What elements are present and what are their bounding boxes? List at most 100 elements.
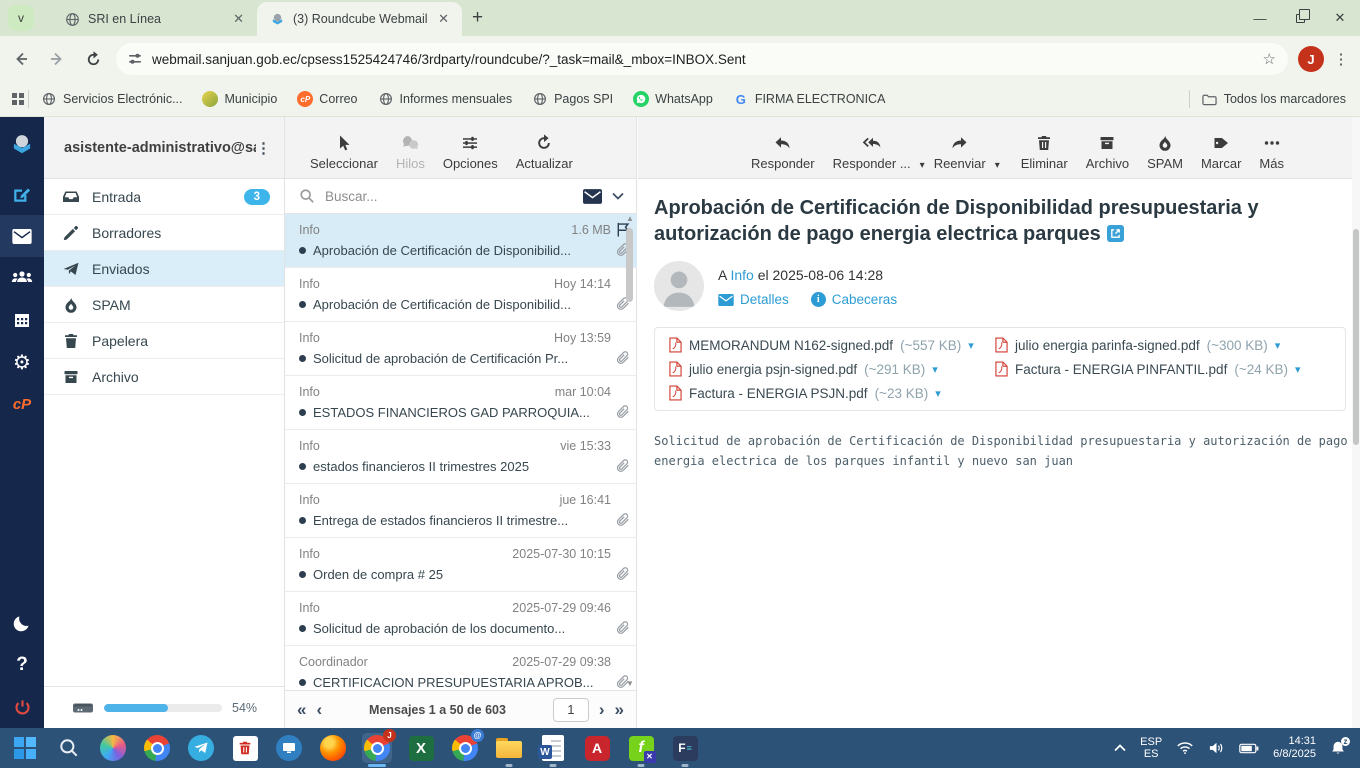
- browser-menu-icon[interactable]: ⋮: [1330, 50, 1352, 68]
- folder-enviados[interactable]: Enviados: [44, 251, 284, 287]
- search-input[interactable]: [325, 189, 573, 204]
- from-contact-link[interactable]: Info: [730, 267, 753, 283]
- message-list-item[interactable]: Info 2025-07-29 09:46 Solicitud de aprob…: [285, 592, 637, 646]
- reload-icon[interactable]: [78, 44, 108, 74]
- attachment-item[interactable]: Factura - ENERGIA PSJN.pdf (~23 KB) ▾: [669, 385, 995, 401]
- folder-entrada[interactable]: Entrada 3: [44, 179, 284, 215]
- mail-scrollbar[interactable]: [1352, 117, 1360, 728]
- folder-papelera[interactable]: Papelera: [44, 323, 284, 359]
- attachment-item[interactable]: julio energia psjn-signed.pdf (~291 KB) …: [669, 361, 995, 377]
- logout-power-icon[interactable]: [0, 686, 44, 728]
- excel-icon[interactable]: X: [406, 733, 436, 763]
- scrollbar-thumb[interactable]: [1353, 229, 1359, 445]
- all-bookmarks[interactable]: Todos los marcadores: [1202, 91, 1346, 107]
- search-scope-mail-icon[interactable]: [583, 189, 602, 204]
- more-button[interactable]: Más: [1250, 134, 1293, 171]
- site-settings-icon[interactable]: [128, 52, 142, 66]
- taskbar-search-icon[interactable]: [54, 733, 84, 763]
- fsystem-app-icon[interactable]: F≡: [670, 733, 700, 763]
- copilot-icon[interactable]: [98, 733, 128, 763]
- attachment-menu-caret-icon[interactable]: ▾: [1295, 363, 1301, 376]
- attachment-menu-caret-icon[interactable]: ▾: [935, 387, 941, 400]
- tab-close-icon[interactable]: ✕: [230, 11, 247, 27]
- finance-app-icon[interactable]: f✕: [626, 733, 656, 763]
- minimize-button[interactable]: —: [1240, 0, 1280, 36]
- select-button[interactable]: Seleccionar: [301, 134, 387, 171]
- telegram-icon[interactable]: [186, 733, 216, 763]
- scrollbar-thumb[interactable]: [626, 228, 633, 302]
- url-bar[interactable]: webmail.sanjuan.gob.ec/cpsess1525424746/…: [116, 43, 1288, 75]
- headers-link[interactable]: i Cabeceras: [811, 292, 897, 307]
- folder-archivo[interactable]: Archivo: [44, 359, 284, 395]
- acrobat-icon[interactable]: A: [582, 733, 612, 763]
- forward-caret-icon[interactable]: ▾: [995, 160, 1000, 171]
- mark-button[interactable]: Marcar: [1192, 134, 1250, 171]
- account-menu-icon[interactable]: ⋮: [256, 139, 272, 157]
- remote-desktop-icon[interactable]: [274, 733, 304, 763]
- last-page-icon[interactable]: »: [615, 701, 624, 718]
- calendar-icon[interactable]: [0, 299, 44, 341]
- spam-button[interactable]: SPAM: [1138, 134, 1192, 171]
- prev-page-icon[interactable]: ‹: [316, 701, 322, 718]
- attachment-menu-caret-icon[interactable]: ▾: [932, 363, 938, 376]
- attachment-menu-caret-icon[interactable]: ▾: [968, 339, 974, 352]
- delete-button[interactable]: Eliminar: [1012, 134, 1077, 171]
- chrome-icon[interactable]: [142, 733, 172, 763]
- back-icon[interactable]: [6, 44, 36, 74]
- tray-expand-icon[interactable]: [1114, 744, 1126, 752]
- close-button[interactable]: ✕: [1320, 0, 1360, 36]
- message-list-item[interactable]: Info 2025-07-30 10:15 Orden de compra # …: [285, 538, 637, 592]
- message-list-item[interactable]: Info vie 15:33 estados financieros II tr…: [285, 430, 637, 484]
- tab-close-icon[interactable]: ✕: [435, 11, 452, 27]
- new-tab-button[interactable]: +: [472, 7, 483, 29]
- message-list-item[interactable]: Info 1.6 MB Aprobación de Certificación …: [285, 214, 637, 268]
- mail-icon[interactable]: [0, 215, 44, 257]
- message-list-item[interactable]: Coordinador 2025-07-29 09:38 CERTIFICACI…: [285, 646, 637, 690]
- apps-grid-icon[interactable]: [12, 93, 24, 105]
- compose-icon[interactable]: [0, 173, 44, 215]
- open-in-new-window-icon[interactable]: [1107, 225, 1124, 242]
- attachment-menu-caret-icon[interactable]: ▾: [1275, 339, 1281, 352]
- help-icon[interactable]: ?: [0, 644, 44, 686]
- roundcube-logo[interactable]: [0, 117, 44, 173]
- bookmark-pagos[interactable]: Pagos SPI: [532, 91, 613, 107]
- message-list-item[interactable]: Info jue 16:41 Entrega de estados financ…: [285, 484, 637, 538]
- scroll-up-icon[interactable]: ▲: [625, 214, 635, 223]
- notifications-bell-icon[interactable]: z: [1330, 740, 1346, 756]
- chrome-profile2-icon[interactable]: @: [450, 733, 480, 763]
- bookmark-whatsapp[interactable]: WhatsApp: [633, 91, 713, 107]
- recycle-app-icon[interactable]: [230, 733, 260, 763]
- details-link[interactable]: Detalles: [718, 292, 789, 307]
- bookmark-municipio[interactable]: Municipio: [202, 91, 277, 107]
- bookmark-star-icon[interactable]: ☆: [1263, 50, 1276, 68]
- refresh-button[interactable]: Actualizar: [507, 134, 582, 171]
- forward-button[interactable]: Reenviar: [925, 134, 995, 171]
- chrome-active-icon[interactable]: J: [362, 733, 392, 763]
- settings-gear-icon[interactable]: ⚙: [0, 341, 44, 383]
- options-button[interactable]: Opciones: [434, 134, 507, 171]
- reply-all-button[interactable]: Responder ...: [824, 134, 920, 171]
- folder-spam[interactable]: SPAM: [44, 287, 284, 323]
- restore-button[interactable]: [1280, 0, 1320, 36]
- tab-roundcube[interactable]: (3) Roundcube Webmail :: Envia ✕: [257, 2, 462, 36]
- message-list-item[interactable]: Info mar 10:04 ESTADOS FINANCIEROS GAD P…: [285, 376, 637, 430]
- language-indicator[interactable]: ESPES: [1140, 736, 1162, 760]
- tab-search-button[interactable]: v: [8, 5, 34, 31]
- contacts-icon[interactable]: [0, 257, 44, 299]
- archive-button[interactable]: Archivo: [1077, 134, 1138, 171]
- wifi-icon[interactable]: [1176, 741, 1194, 755]
- folder-borradores[interactable]: Borradores: [44, 215, 284, 251]
- page-number-input[interactable]: [553, 698, 589, 722]
- bookmark-correo[interactable]: cP Correo: [297, 91, 357, 107]
- list-scrollbar[interactable]: ▲ ▼: [625, 214, 635, 690]
- next-page-icon[interactable]: ›: [599, 701, 605, 718]
- attachment-item[interactable]: Factura - ENERGIA PINFANTIL.pdf (~24 KB)…: [995, 361, 1331, 377]
- reply-button[interactable]: Responder: [742, 134, 824, 171]
- bookmark-firma[interactable]: G FIRMA ELECTRONICA: [733, 91, 886, 107]
- battery-icon[interactable]: [1239, 743, 1259, 754]
- bookmark-informes[interactable]: Informes mensuales: [378, 91, 513, 107]
- first-page-icon[interactable]: «: [297, 701, 306, 718]
- start-button[interactable]: [10, 733, 40, 763]
- tab-sri[interactable]: SRI en Línea ✕: [52, 2, 257, 36]
- file-explorer-icon[interactable]: [494, 733, 524, 763]
